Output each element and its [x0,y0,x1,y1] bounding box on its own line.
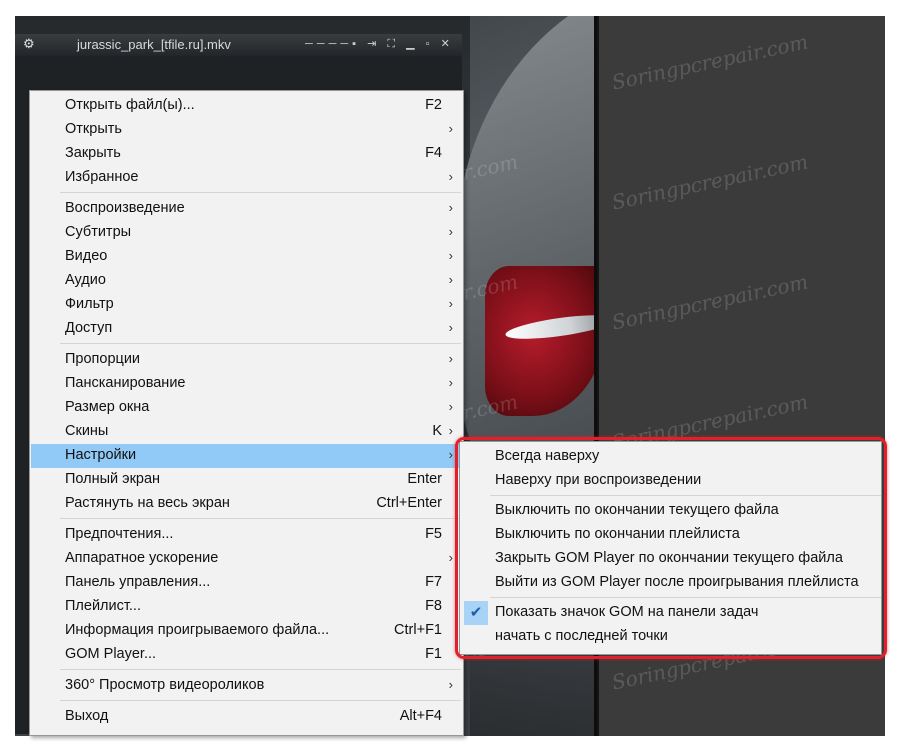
menu-item-skins[interactable]: Скины K › [31,420,462,444]
menu-item-panscan[interactable]: Пансканирование › [31,372,462,396]
menu-item-playback[interactable]: Воспроизведение › [31,197,462,221]
player-titlebar[interactable]: ⚙ jurassic_park_[tfile.ru].mkv ────▪ ⇥ ⛶… [15,34,462,56]
chevron-right-icon: › [448,677,453,692]
chevron-right-icon: › [448,121,453,136]
menu-item-audio[interactable]: Аудио › [31,269,462,293]
menu-item-open[interactable]: Открыть › [31,118,462,142]
chevron-right-icon: › [448,351,453,366]
gear-icon[interactable]: ⚙ [23,36,35,52]
menu-item-file-info[interactable]: Информация проигрываемого файла... Ctrl+F… [31,619,462,643]
menu-item-filter[interactable]: Фильтр › [31,293,462,317]
menu-item-fullscreen[interactable]: Полный экран Enter [31,468,462,492]
menu-separator [60,700,461,701]
menu-item-aspect[interactable]: Пропорции › [31,348,462,372]
chevron-right-icon: › [448,423,453,438]
chevron-right-icon: › [448,550,453,565]
menu-item-favorites[interactable]: Избранное › [31,166,462,190]
chevron-right-icon: › [448,272,453,287]
menu-separator [60,343,461,344]
menu-item-hw-accel[interactable]: Аппаратное ускорение › [31,547,462,571]
chevron-right-icon: › [448,169,453,184]
menu-item-exit[interactable]: Выход Alt+F4 [31,705,462,729]
menu-item-open-files[interactable]: Открыть файл(ы)... F2 [31,94,462,118]
chevron-right-icon: › [448,447,453,462]
menu-item-preferences[interactable]: Предпочтения... F5 [31,523,462,547]
menu-item-subtitles[interactable]: Субтитры › [31,221,462,245]
menu-separator [60,669,461,670]
menu-item-window-size[interactable]: Размер окна › [31,396,462,420]
menu-separator [60,518,461,519]
chevron-right-icon: › [448,399,453,414]
menu-item-about[interactable]: GOM Player... F1 [31,643,462,667]
chevron-right-icon: › [448,200,453,215]
chevron-right-icon: › [448,320,453,335]
chevron-right-icon: › [448,248,453,263]
context-menu: Открыть файл(ы)... F2 Открыть › Закрыть F4 … [29,90,464,736]
menu-item-360-view[interactable]: 360° Просмотр видеороликов › [31,674,462,698]
menu-item-close[interactable]: Закрыть F4 [31,142,462,166]
chevron-right-icon: › [448,224,453,239]
menu-item-playlist[interactable]: Плейлист... F8 [31,595,462,619]
menu-separator [60,192,461,193]
chevron-right-icon: › [448,375,453,390]
window-controls[interactable]: ────▪ ⇥ ⛶ ▁ ▫ ✕ [305,37,454,51]
chevron-right-icon: › [448,296,453,311]
annotation-highlight-frame [455,437,887,659]
menu-item-settings[interactable]: Настройки › [31,444,462,468]
menu-item-stretch[interactable]: Растянуть на весь экран Ctrl+Enter [31,492,462,516]
menu-item-access[interactable]: Доступ › [31,317,462,341]
menu-item-control-panel[interactable]: Панель управления... F7 [31,571,462,595]
window-title: jurassic_park_[tfile.ru].mkv [77,37,231,52]
menu-item-video[interactable]: Видео › [31,245,462,269]
